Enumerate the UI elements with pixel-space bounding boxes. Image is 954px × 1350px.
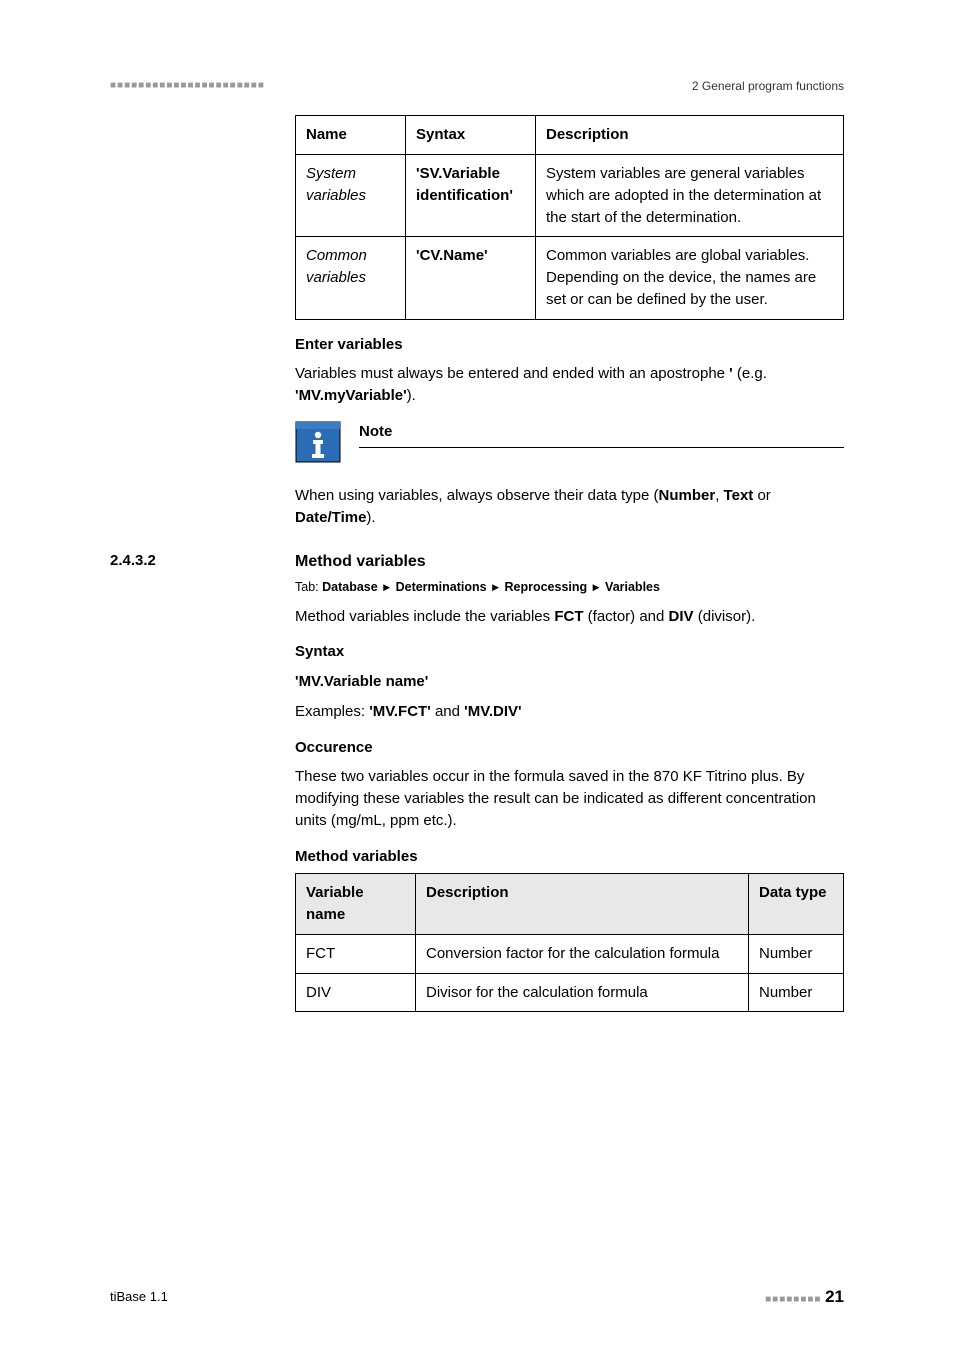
occurence-body: These two variables occur in the formula… [295,766,844,831]
footer-dots-decor: ■■■■■■■■ [765,1294,821,1305]
section-number: 2.4.3.2 [110,550,255,573]
occurence-heading: Occurence [295,737,844,759]
variables-overview-table: Name Syntax Description System variables… [295,115,844,319]
cell-name: System variables [296,155,406,237]
footer-product: tiBase 1.1 [110,1288,168,1307]
tab-breadcrumb: Tab: Database ▶ Determinations ▶ Reproce… [295,578,844,596]
syntax-line: 'MV.Variable name' [295,671,844,693]
enter-variables-text: Variables must always be entered and end… [295,363,844,407]
method-variables-heading: Method variables [295,846,844,868]
cell-description: Divisor for the calculation formula [416,973,749,1012]
header-dots-decor: ■■■■■■■■■■■■■■■■■■■■■■ [110,79,265,94]
cell-description: Conversion factor for the calculation fo… [416,934,749,973]
cell-syntax: 'CV.Name' [406,237,536,319]
col-name-header: Name [296,116,406,155]
enter-variables-heading: Enter variables [295,334,844,356]
page-number: 21 [825,1287,844,1306]
method-variables-table: Variable name Description Data type FCT … [295,873,844,1012]
method-vars-intro: Method variables include the variables F… [295,606,844,628]
note-body: When using variables, always observe the… [295,485,844,529]
syntax-heading: Syntax [295,641,844,663]
table-row: Name Syntax Description [296,116,844,155]
cell-description: System variables are general variables w… [536,155,844,237]
col-syntax-header: Syntax [406,116,536,155]
note-title: Note [359,421,844,445]
table-row: Variable name Description Data type [296,874,844,935]
cell-description: Common variables are global variables. D… [536,237,844,319]
note-block: Note When using variables, always observ… [295,421,844,529]
cell-varname: DIV [296,973,416,1012]
table-row: FCT Conversion factor for the calculatio… [296,934,844,973]
table-row: DIV Divisor for the calculation formula … [296,973,844,1012]
syntax-examples: Examples: 'MV.FCT' and 'MV.DIV' [295,701,844,723]
cell-name: Common variables [296,237,406,319]
col-varname-header: Variable name [296,874,416,935]
note-rule [359,447,844,448]
cell-datatype: Number [749,973,844,1012]
col-datatype-header: Data type [749,874,844,935]
cell-datatype: Number [749,934,844,973]
col-description-header: Description [416,874,749,935]
section-title: Method variables [295,550,426,573]
header-chapter-label: 2 General program functions [692,78,844,95]
table-row: Common variables 'CV.Name' Common variab… [296,237,844,319]
col-description-header: Description [536,116,844,155]
table-row: System variables 'SV.Variable identifica… [296,155,844,237]
cell-syntax: 'SV.Variable identification' [406,155,536,237]
cell-varname: FCT [296,934,416,973]
info-icon [295,421,341,463]
